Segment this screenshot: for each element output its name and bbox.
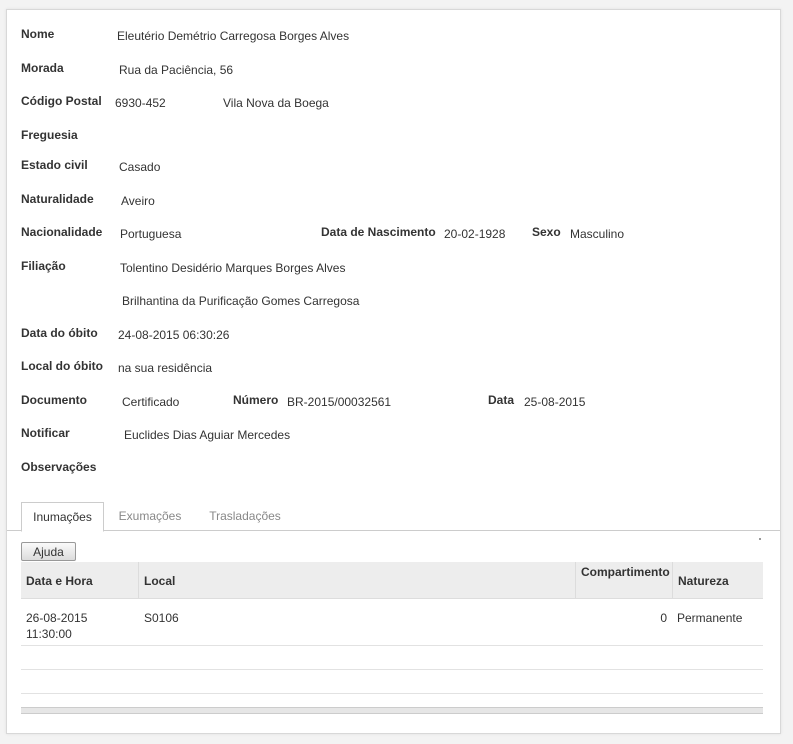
cell-local: S0106 bbox=[144, 611, 179, 625]
estado-civil-value: Casado bbox=[119, 160, 161, 174]
naturalidade-label: Naturalidade bbox=[21, 192, 94, 206]
filiacao-label: Filiação bbox=[21, 259, 66, 273]
cell-data-hora-date: 26-08-2015 bbox=[26, 611, 88, 625]
cell-data-hora-time: 11:30:00 bbox=[26, 627, 72, 641]
filiacao-mae-value: Brilhantina da Purificação Gomes Carrego… bbox=[122, 294, 360, 308]
naturalidade-value: Aveiro bbox=[121, 194, 155, 208]
nacionalidade-label: Nacionalidade bbox=[21, 225, 103, 239]
codigo-postal-label: Código Postal bbox=[21, 94, 102, 108]
column-divider bbox=[672, 562, 673, 598]
freguesia-label: Freguesia bbox=[21, 128, 78, 142]
data-nascimento-label: Data de Nascimento bbox=[321, 225, 436, 239]
nome-value: Eleutério Demétrio Carregosa Borges Alve… bbox=[117, 29, 350, 43]
divider-dot bbox=[759, 538, 761, 540]
cell-natureza: Permanente bbox=[677, 611, 743, 625]
tab-trasladacoes[interactable]: Trasladações bbox=[200, 502, 290, 530]
column-header-local[interactable]: Local bbox=[144, 574, 175, 588]
row-divider bbox=[21, 645, 763, 646]
row-divider bbox=[21, 693, 763, 694]
morada-value: Rua da Paciência, 56 bbox=[119, 63, 234, 77]
tab-inumacoes[interactable]: Inumações bbox=[21, 502, 104, 532]
column-divider bbox=[575, 562, 576, 598]
table-header: Data e Hora Local Compartimento Natureza bbox=[21, 562, 763, 599]
data-documento-label: Data bbox=[488, 393, 515, 407]
cell-compartimento: 0 bbox=[660, 611, 667, 625]
column-divider bbox=[138, 562, 139, 598]
filiacao-pai-value: Tolentino Desidério Marques Borges Alves bbox=[120, 261, 346, 275]
data-obito-label: Data do óbito bbox=[21, 326, 98, 340]
morada-label: Morada bbox=[21, 61, 64, 75]
tab-exumacoes[interactable]: Exumações bbox=[110, 502, 190, 530]
sexo-value: Masculino bbox=[570, 227, 625, 241]
notificar-value: Euclides Dias Aguiar Mercedes bbox=[124, 428, 291, 442]
nome-label: Nome bbox=[21, 27, 55, 41]
notificar-label: Notificar bbox=[21, 426, 70, 440]
row-divider bbox=[21, 669, 763, 670]
localidade-value: Vila Nova da Boega bbox=[223, 96, 329, 110]
data-nascimento-value: 20-02-1928 bbox=[444, 227, 506, 241]
numero-value: BR-2015/00032561 bbox=[287, 395, 392, 409]
local-obito-value: na sua residência bbox=[118, 361, 213, 375]
horizontal-scrollbar[interactable] bbox=[21, 707, 763, 714]
observacoes-label: Observações bbox=[21, 460, 97, 474]
documento-label: Documento bbox=[21, 393, 87, 407]
estado-civil-label: Estado civil bbox=[21, 158, 88, 172]
column-header-natureza[interactable]: Natureza bbox=[678, 574, 729, 588]
record-panel: Nome Eleutério Demétrio Carregosa Borges… bbox=[6, 9, 781, 734]
column-header-compartimento[interactable]: Compartimento bbox=[581, 565, 670, 579]
sexo-label: Sexo bbox=[532, 225, 561, 239]
documento-value: Certificado bbox=[122, 395, 180, 409]
local-obito-label: Local do óbito bbox=[21, 359, 103, 373]
tab-bar: Inumações Exumações Trasladações bbox=[7, 502, 780, 532]
numero-label: Número bbox=[233, 393, 279, 407]
column-header-data-hora[interactable]: Data e Hora bbox=[26, 574, 93, 588]
help-button[interactable]: Ajuda bbox=[21, 542, 76, 561]
nacionalidade-value: Portuguesa bbox=[120, 227, 182, 241]
codigo-postal-value: 6930-452 bbox=[115, 96, 166, 110]
data-documento-value: 25-08-2015 bbox=[524, 395, 586, 409]
data-obito-value: 24-08-2015 06:30:26 bbox=[118, 328, 230, 342]
